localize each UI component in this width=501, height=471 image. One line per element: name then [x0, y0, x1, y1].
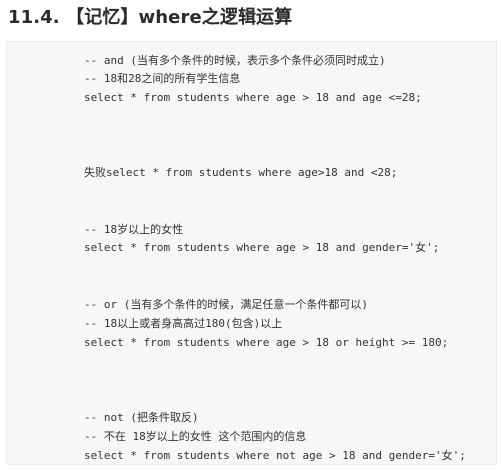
- code-comment-not: -- not (把条件取反): [84, 411, 199, 424]
- code-comment-height: -- 18以上或者身高高过180(包含)以上: [84, 317, 283, 330]
- section-title: 11.4. 【记忆】where之逻辑运算: [8, 7, 293, 28]
- code-comment-not-range: -- 不在 18岁以上的女性 这个范围内的信息: [84, 430, 307, 443]
- code-comment-range: -- 18和28之间的所有学生信息: [84, 72, 241, 85]
- code-comment-or: -- or (当有多个条件的时候，满足任意一个条件都可以): [84, 298, 368, 311]
- code-block: -- and (当有多个条件的时候，表示多个条件必须同时成立) -- 18和28…: [6, 41, 497, 465]
- code-statement-female: select * from students where age > 18 an…: [84, 241, 440, 254]
- code-comment-female: -- 18岁以上的女性: [84, 223, 184, 236]
- code-statement-and: select * from students where age > 18 an…: [84, 91, 422, 104]
- code-statement-or: select * from students where age > 18 or…: [84, 336, 449, 349]
- code-statement-not: select * from students where not age > 1…: [84, 449, 466, 462]
- code-comment-and: -- and (当有多个条件的时候，表示多个条件必须同时成立): [84, 54, 386, 67]
- code-statement-failed: 失败select * from students where age>18 an…: [84, 166, 398, 179]
